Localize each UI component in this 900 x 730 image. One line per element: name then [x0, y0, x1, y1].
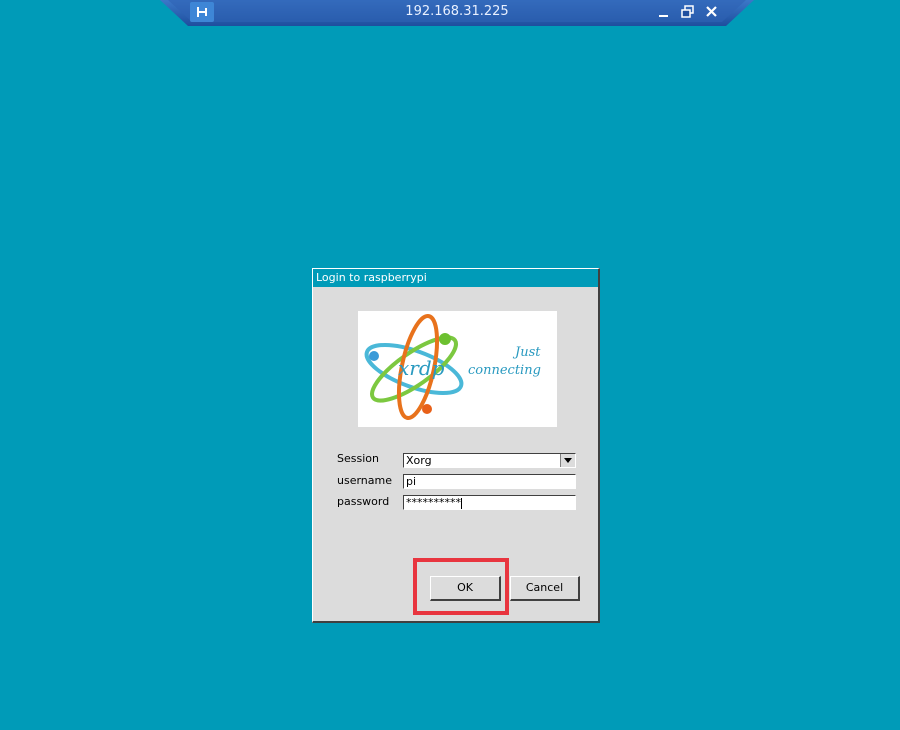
dropdown-button[interactable]	[560, 454, 575, 467]
minimize-button[interactable]	[654, 3, 674, 21]
xrdp-logo: xrdp Just connecting	[358, 311, 557, 427]
logo-tagline-1: Just	[512, 345, 541, 360]
session-select[interactable]: Xorg	[403, 453, 576, 468]
password-value: **********	[406, 496, 461, 509]
logo-tagline-2: connecting	[468, 363, 541, 378]
session-label: Session	[337, 452, 379, 465]
ok-button-highlight	[413, 558, 509, 615]
password-field[interactable]: **********	[403, 495, 576, 510]
username-label: username	[337, 474, 392, 487]
xrdp-logo-graphic: xrdp Just connecting	[364, 314, 541, 420]
restore-icon	[681, 5, 694, 18]
cancel-button[interactable]: Cancel	[510, 576, 580, 601]
username-field[interactable]: pi	[403, 474, 576, 489]
close-button[interactable]	[702, 3, 722, 21]
dialog-title: Login to raspberrypi	[313, 269, 598, 287]
close-icon	[706, 6, 717, 17]
session-value: Xorg	[406, 454, 432, 467]
connection-bar: 192.168.31.225	[160, 0, 754, 26]
minimize-icon	[659, 15, 668, 17]
restore-button[interactable]	[678, 3, 698, 21]
logo-brand: xrdp	[398, 356, 445, 380]
chevron-down-icon	[564, 458, 572, 463]
username-value: pi	[406, 475, 417, 488]
password-label: password	[337, 495, 390, 508]
text-cursor	[461, 497, 462, 509]
